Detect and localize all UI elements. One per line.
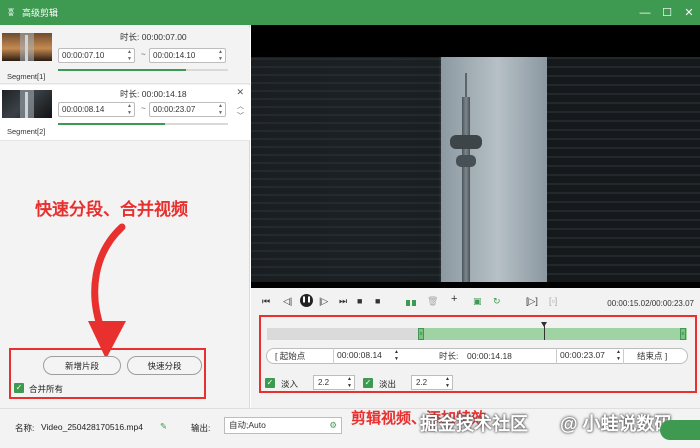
close-icon[interactable]: ✕ <box>236 87 244 98</box>
spinner-icon[interactable]: ▲ ▼ <box>127 103 132 116</box>
chevron-up-icon[interactable]: ︿ <box>237 101 244 111</box>
set-end-button[interactable]: 结束点 ] <box>637 350 667 362</box>
trim-range-bar: [ 起始点 00:00:08.14 ▲ ▼ 时长: 00:00:14.18 00:0… <box>266 348 688 364</box>
pause-icon[interactable]: ❚❚ <box>300 294 313 307</box>
quick-split-button[interactable]: 快速分段 <box>127 356 202 375</box>
fade-out-checkbox[interactable]: ✓ <box>363 378 373 388</box>
trim-end-input[interactable]: 00:00:23.07 ▲ ▼ <box>556 348 624 364</box>
mark-out-icon[interactable]: [▫] <box>549 296 557 306</box>
segment-duration: 时长: 00:00:07.00 <box>120 32 187 42</box>
fade-out-input[interactable]: 2.2 ▲ ▼ <box>411 375 453 390</box>
range-separator: ~ <box>141 104 146 113</box>
playhead[interactable] <box>541 322 548 340</box>
segment-duration: 时长: 00:00:14.18 <box>120 89 187 99</box>
watermark-text: @ 小蛙说数码 <box>560 414 673 434</box>
new-segment-button[interactable]: 新增片段 <box>43 356 121 375</box>
trim-start-input[interactable]: 00:00:08.14 ▲ ▼ <box>333 348 401 364</box>
segment-thumbnail <box>2 33 52 61</box>
trim-duration-label: 时长: <box>439 351 459 361</box>
segment-progress <box>58 69 228 71</box>
record-icon[interactable]: ■ <box>375 296 380 306</box>
maximize-icon[interactable]: ☐ <box>656 0 678 25</box>
name-label: 名称: <box>15 423 35 433</box>
segment-item[interactable]: Segment[2] 时长: 00:00:14.18 00:00:08.14 ▲ ▼… <box>0 85 250 141</box>
merge-all-label: 合并所有 <box>29 384 64 394</box>
reset-icon[interactable]: ↻ <box>493 296 501 307</box>
segment-end-input[interactable]: 00:00:14.10 ▲ ▼ <box>149 48 226 63</box>
range-separator: ~ <box>141 50 146 59</box>
edit-name-icon[interactable]: ✎ <box>160 421 167 432</box>
add-icon[interactable]: + <box>451 293 457 305</box>
chevron-down-icon[interactable]: ﹀ <box>237 111 244 121</box>
segment-label: Segment[1] <box>7 72 46 81</box>
trim-timeline[interactable]: ≡ ≡ <box>267 328 687 340</box>
fade-in-input[interactable]: 2.2 ▲ ▼ <box>313 375 355 390</box>
copy-icon[interactable]: ▣ <box>473 296 482 307</box>
spinner-icon[interactable]: ▲ ▼ <box>218 49 223 62</box>
set-start-button[interactable]: [ 起始点 <box>275 350 305 362</box>
fade-in-label: 淡入 <box>281 379 299 389</box>
output-path-field[interactable]: 自动;Auto ⚙ <box>224 417 342 434</box>
delete-icon[interactable]: 🗑 <box>427 296 438 307</box>
minimize-icon[interactable]: — <box>634 0 656 25</box>
watermark-text: 掘金技术社区 <box>420 414 528 434</box>
window-controls: — ☐ ✕ <box>634 0 700 25</box>
spinner-icon[interactable]: ▲ ▼ <box>127 49 132 62</box>
segment-end-input[interactable]: 00:00:23.07 ▲ ▼ <box>149 102 226 117</box>
skip-end-icon[interactable]: ⏭ <box>339 296 347 307</box>
output-filename: Video_250428170516.mp4 <box>41 422 143 432</box>
split-icon <box>412 300 416 306</box>
app-logo-icon: ʬ <box>8 6 14 19</box>
spinner-icon[interactable]: ▲ ▼ <box>218 103 223 116</box>
split-icon[interactable] <box>406 300 410 306</box>
confirm-button[interactable] <box>660 420 700 440</box>
segment-item[interactable]: Segment[1] 时长: 00:00:07.00 00:00:07.10 ▲ ▼… <box>0 28 250 84</box>
playback-timecode: 00:00:15.02/00:00:23.07 <box>607 299 694 308</box>
segment-panel: Segment[1] 时长: 00:00:07.00 00:00:07.10 ▲ ▼… <box>0 25 250 408</box>
fade-in-checkbox[interactable]: ✓ <box>265 378 275 388</box>
stop-icon[interactable]: ■ <box>357 296 362 306</box>
merge-all-checkbox[interactable]: ✓ <box>14 383 24 393</box>
trim-duration: 00:00:14.18 <box>467 351 512 361</box>
trim-selection[interactable] <box>418 328 687 340</box>
output-label: 输出: <box>191 423 211 433</box>
annotation-arrow-icon <box>88 223 126 359</box>
skip-start-icon[interactable]: ⏮ <box>262 296 270 307</box>
step-forward-icon[interactable]: |▷ <box>319 296 328 307</box>
annotation-text: 快速分段、合并视频 <box>35 200 188 219</box>
gear-icon[interactable]: ⚙ <box>329 418 337 433</box>
segment-start-input[interactable]: 00:00:07.10 ▲ ▼ <box>58 48 135 63</box>
video-preview[interactable] <box>251 25 700 288</box>
video-frame <box>251 57 700 282</box>
segment-thumbnail <box>2 90 52 118</box>
editing-controls: ⏮ ◁| ❚❚ |▷ ⏭ ■ ■ 🗑 + ▣ ↻ [▷] [▫] 00:00:1… <box>251 288 700 408</box>
segment-progress <box>58 123 228 125</box>
window-title: 高级剪辑 <box>22 8 59 18</box>
fade-out-label: 淡出 <box>379 379 397 389</box>
title-bar: ʬ 高级剪辑 — ☐ ✕ <box>0 0 700 25</box>
segment-start-input[interactable]: 00:00:08.14 ▲ ▼ <box>58 102 135 117</box>
trim-end-handle[interactable]: ≡ <box>680 328 686 340</box>
close-icon[interactable]: ✕ <box>678 0 700 25</box>
trim-start-handle[interactable]: ≡ <box>418 328 425 340</box>
mark-in-icon[interactable]: [▷] <box>526 296 538 307</box>
step-back-icon[interactable]: ◁| <box>283 296 292 307</box>
segment-label: Segment[2] <box>7 127 46 136</box>
